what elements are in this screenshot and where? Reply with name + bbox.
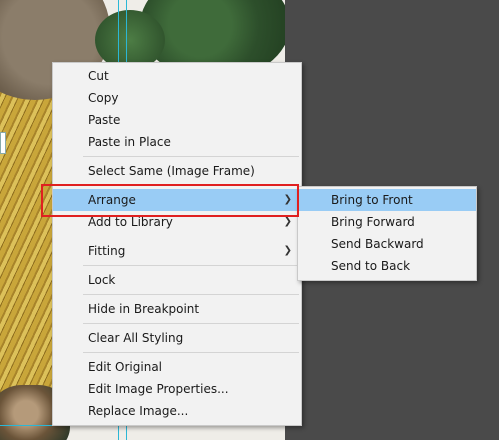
menu-separator: [83, 156, 299, 157]
menu-item-cut[interactable]: Cut: [53, 65, 301, 87]
menu-item-replace-image[interactable]: Replace Image...: [53, 400, 301, 422]
menu-item-edit-image-properties[interactable]: Edit Image Properties...: [53, 378, 301, 400]
submenu-item-bring-to-front[interactable]: Bring to Front: [298, 189, 476, 211]
menu-item-clear-all-styling[interactable]: Clear All Styling: [53, 327, 301, 349]
menu-item-fitting-label: Fitting: [88, 244, 126, 258]
menu-item-hide-in-breakpoint[interactable]: Hide in Breakpoint: [53, 298, 301, 320]
menu-item-copy[interactable]: Copy: [53, 87, 301, 109]
annotation-highlight-box: [41, 184, 299, 217]
context-menu: Cut Copy Paste Paste in Place Select Sam…: [52, 62, 302, 426]
frame-resize-handle[interactable]: [0, 132, 6, 154]
submenu-item-send-backward[interactable]: Send Backward: [298, 233, 476, 255]
menu-separator: [83, 323, 299, 324]
menu-separator: [83, 352, 299, 353]
menu-item-fitting[interactable]: Fitting ❯: [53, 240, 301, 262]
arrange-submenu: Bring to Front Bring Forward Send Backwa…: [297, 186, 477, 281]
menu-item-paste[interactable]: Paste: [53, 109, 301, 131]
greens-photo-detail: [95, 10, 165, 70]
menu-item-edit-original[interactable]: Edit Original: [53, 356, 301, 378]
menu-item-lock[interactable]: Lock: [53, 269, 301, 291]
submenu-item-bring-forward[interactable]: Bring Forward: [298, 211, 476, 233]
menu-item-paste-in-place[interactable]: Paste in Place: [53, 131, 301, 153]
submenu-item-send-to-back[interactable]: Send to Back: [298, 255, 476, 277]
chevron-right-icon: ❯: [283, 245, 292, 256]
menu-item-add-to-library-label: Add to Library: [88, 215, 173, 229]
menu-item-select-same[interactable]: Select Same (Image Frame): [53, 160, 301, 182]
menu-separator: [83, 294, 299, 295]
menu-separator: [83, 265, 299, 266]
